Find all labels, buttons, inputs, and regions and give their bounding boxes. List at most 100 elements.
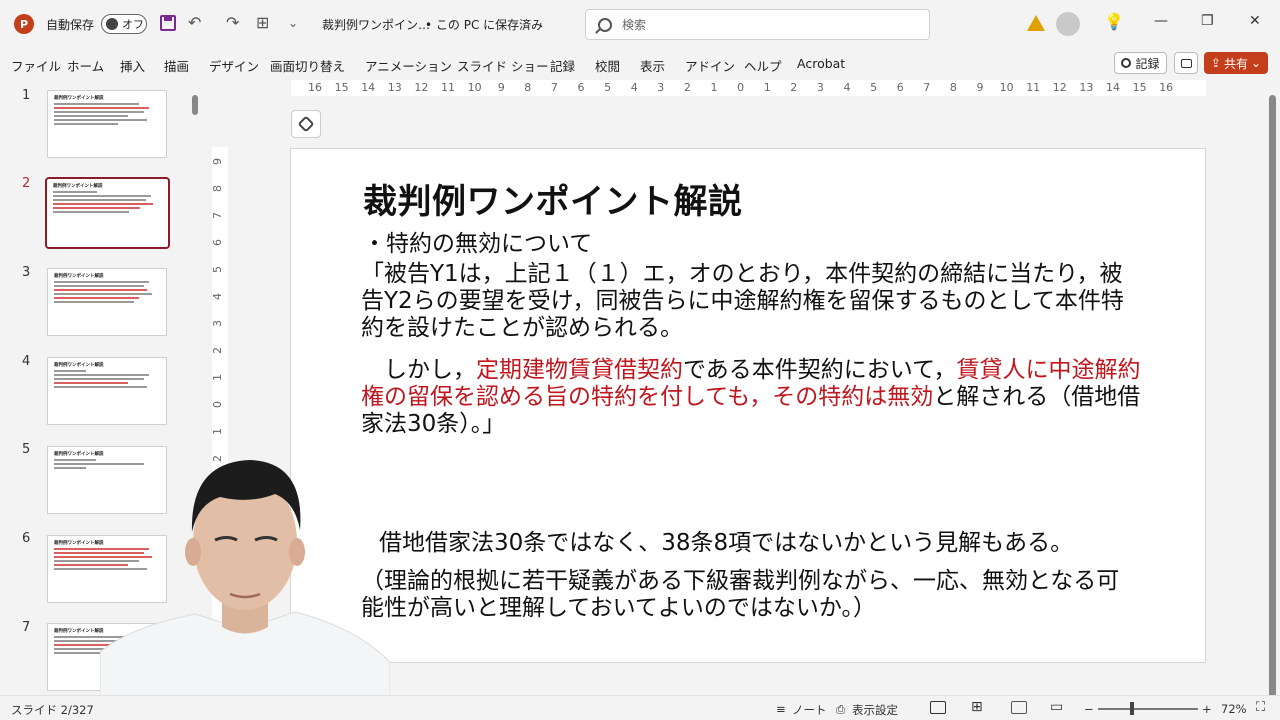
emphasis-text: 定期建物賃貸借契約 (476, 357, 683, 383)
slide-scrollbar[interactable] (1266, 80, 1280, 715)
ruler-tick-label: 7 (923, 81, 931, 94)
thumb-title: 裁判例ワンポイント解説 (53, 184, 103, 189)
autosave-toggle[interactable]: オフ (101, 14, 147, 34)
redo-icon[interactable]: ↷ (226, 13, 239, 32)
record-icon (1121, 58, 1132, 68)
save-icon[interactable] (160, 15, 176, 31)
slide-title[interactable]: 裁判例ワンポイント解説 (363, 174, 743, 223)
ruler-tick-label: 5 (211, 266, 224, 273)
tab-draw[interactable]: 描画 (164, 56, 189, 75)
normal-view-icon[interactable] (930, 701, 946, 714)
slide-subtitle[interactable]: ・特約の無効について (363, 224, 592, 258)
ruler-tick-label: 16 (308, 81, 322, 94)
comments-button[interactable] (1174, 52, 1198, 74)
ruler-tick-label: 15 (334, 81, 349, 94)
autosave-label: 自動保存 (46, 17, 95, 32)
ruler-tick-label: 7 (211, 212, 224, 219)
thumbnail-scrollbar[interactable] (192, 95, 198, 115)
tab-insert[interactable]: 挿入 (120, 56, 145, 75)
tab-slideshow[interactable]: スライド ショー (457, 56, 548, 75)
ruler-tick-label: 10 (999, 81, 1014, 94)
quote-paragraph-2[interactable]: しかし，定期建物賃貸借契約である本件契約において，賃貸人に中途解約権の留保を認め… (361, 357, 1141, 438)
slide-canvas[interactable]: 裁判例ワンポイント解説 ・特約の無効について 「被告Y1は，上記１（１）エ，オの… (290, 148, 1206, 663)
status-bar: スライド 2/327 ≡ ノート ⎙ 表示設定 ⊞ ▭ − + 72% ⛶ (0, 695, 1280, 720)
warning-icon[interactable] (1027, 15, 1045, 31)
tab-view[interactable]: 表示 (640, 56, 665, 75)
notes-icon[interactable]: ≡ (776, 702, 786, 716)
note-paragraph-2[interactable]: （理論的根拠に若干疑義がある下級審裁判例ながら、一応、無効となる可能性が高いと理… (361, 568, 1141, 622)
tab-help[interactable]: ヘルプ (744, 56, 782, 75)
reading-view-icon[interactable] (1011, 701, 1027, 714)
slide-thumbnail-3[interactable]: 裁判例ワンポイント解説 (47, 268, 167, 336)
ruler-tick-label: 10 (467, 81, 482, 94)
tab-design[interactable]: デザイン (209, 56, 259, 75)
ribbon-tabs: ファイル ホーム 挿入 描画 デザイン 画面切り替え アニメーション スライド … (0, 48, 1280, 78)
scrollbar-thumb[interactable] (1269, 95, 1276, 715)
notes-button[interactable]: ノート (792, 702, 827, 718)
display-settings-icon[interactable]: ⎙ (836, 702, 845, 717)
avatar[interactable] (1056, 12, 1080, 36)
document-title[interactable]: 裁判例ワンポイン… (322, 0, 430, 48)
slide-thumbnail-2[interactable]: 裁判例ワンポイント解説 (45, 177, 170, 249)
thumb-title: 裁判例ワンポイント解説 (54, 274, 104, 279)
tab-review[interactable]: 校閲 (595, 56, 620, 75)
record-button[interactable]: 記録 (1114, 52, 1167, 74)
quote-paragraph-1[interactable]: 「被告Y1は，上記１（１）エ，オのとおり，本件契約の締結に当たり，被告Y2らの要… (361, 261, 1141, 342)
ruler-tick-label: 11 (1026, 81, 1041, 94)
search-input[interactable]: 検索 (585, 9, 930, 40)
thumb-number: 3 (22, 265, 31, 280)
lightbulb-icon[interactable]: 💡 (1104, 12, 1124, 31)
slide-thumbnail-4[interactable]: 裁判例ワンポイント解説 (47, 357, 167, 425)
minimize-button[interactable]: — (1154, 13, 1168, 29)
ruler-tick-label: 3 (211, 320, 224, 327)
tab-animations[interactable]: アニメーション (365, 56, 452, 75)
powerpoint-logo-icon: P (14, 14, 34, 34)
chevron-down-icon: ⌄ (1251, 56, 1262, 70)
comment-icon (1180, 58, 1192, 68)
display-settings-button[interactable]: 表示設定 (852, 702, 898, 718)
ruler-tick-label: 7 (550, 81, 558, 94)
close-button[interactable]: ✕ (1249, 13, 1261, 29)
fit-to-window-icon[interactable]: ⛶ (1256, 700, 1265, 715)
ruler-tick-label: 3 (657, 81, 665, 94)
zoom-slider-handle[interactable] (1130, 702, 1134, 715)
toggle-knob (106, 18, 118, 30)
tab-file[interactable]: ファイル (11, 56, 61, 75)
thumb-number: 1 (22, 88, 31, 103)
ruler-tick-label: 4 (843, 81, 851, 94)
save-status[interactable]: • この PC に保存済み (425, 0, 543, 48)
ruler-tick-label: 8 (524, 81, 532, 94)
tab-home[interactable]: ホーム (67, 56, 104, 75)
slideshow-icon[interactable]: ▭ (1050, 699, 1063, 715)
ruler-tick-label: 2 (211, 347, 224, 354)
ruler-tick-label: 13 (1079, 81, 1094, 94)
slide-thumbnail-1[interactable]: 裁判例ワンポイント解説 (47, 90, 167, 158)
tab-acrobat[interactable]: Acrobat (797, 56, 845, 71)
note-paragraph[interactable]: 借地借家法30条ではなく、38条8項ではないかという見解もある。 (379, 530, 1159, 557)
zoom-level[interactable]: 72% (1221, 702, 1247, 716)
record-label: 記録 (1135, 56, 1160, 71)
ruler-tick-label: 1 (211, 374, 224, 381)
share-button[interactable]: ⇪ 共有 ⌄ (1204, 52, 1268, 74)
ruler-tick-label: 11 (441, 81, 455, 94)
customize-quick-access-icon[interactable]: ⌄ (288, 16, 298, 30)
slide-count: スライド 2/327 (11, 703, 94, 717)
ruler-tick-label: 6 (211, 239, 224, 246)
zoom-out-button[interactable]: − (1084, 702, 1094, 716)
thumb-number: 6 (22, 531, 31, 546)
designer-button[interactable] (291, 110, 321, 138)
undo-icon[interactable]: ↶ (188, 13, 201, 32)
share-icon: ⇪ (1210, 56, 1221, 70)
maximize-button[interactable]: ❐ (1201, 13, 1214, 29)
tab-transitions[interactable]: 画面切り替え (270, 56, 345, 75)
zoom-slider[interactable] (1098, 708, 1198, 710)
ruler-tick-label: 12 (414, 81, 429, 94)
slide-sorter-icon[interactable]: ⊞ (971, 699, 983, 715)
present-icon[interactable]: ⊞ (256, 13, 269, 32)
search-placeholder: 検索 (622, 18, 647, 32)
tab-record[interactable]: 記録 (550, 56, 575, 75)
ruler-tick-label: 6 (577, 81, 585, 94)
zoom-in-button[interactable]: + (1202, 702, 1212, 716)
tab-addins[interactable]: アドイン (685, 56, 735, 75)
thumb-number: 7 (22, 620, 31, 635)
